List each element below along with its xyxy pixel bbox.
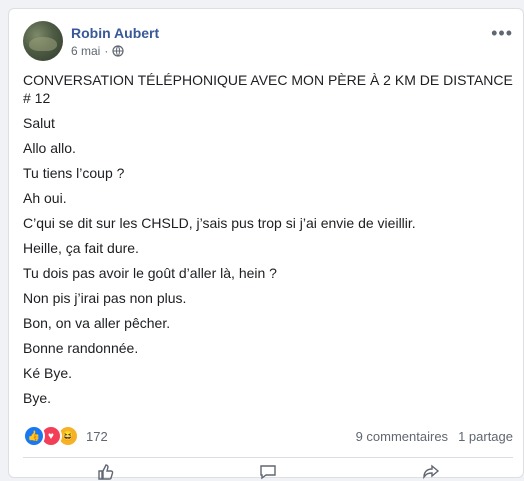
- post-stats: 👍 ♥ 😆 172 9 commentaires 1 partage: [23, 425, 513, 447]
- post-line: Bonne randonnée.: [23, 340, 139, 356]
- reaction-count: 172: [86, 428, 108, 444]
- avatar[interactable]: [23, 21, 63, 61]
- reactions-summary[interactable]: 👍 ♥ 😆 172: [23, 425, 108, 447]
- post-line: Ah oui.: [23, 190, 67, 206]
- divider: [23, 457, 513, 458]
- post-line: Salut: [23, 115, 55, 131]
- author-name[interactable]: Robin Aubert: [71, 25, 159, 41]
- post-line: Ké Bye.: [23, 365, 73, 381]
- comments-count[interactable]: 9 commentaires: [356, 429, 448, 444]
- post-line: Non pis j’irai pas non plus.: [23, 290, 187, 306]
- more-options-icon[interactable]: •••: [491, 23, 513, 44]
- post-card: Robin Aubert 6 mai · ••• CONVERSATION TÉ…: [8, 8, 524, 481]
- post-meta: 6 mai ·: [71, 44, 124, 58]
- post-line: CONVERSATION TÉLÉPHONIQUE AVEC MON PÈRE …: [23, 72, 513, 106]
- post-actions: [23, 463, 513, 481]
- post-body: CONVERSATION TÉLÉPHONIQUE AVEC MON PÈRE …: [23, 71, 513, 414]
- post-line: C’qui se dit sur les CHSLD, j’sais pus t…: [23, 215, 416, 231]
- post-date[interactable]: 6 mai: [71, 44, 100, 58]
- share-action-icon[interactable]: [422, 463, 440, 481]
- post-line: Bon, on va aller pêcher.: [23, 315, 171, 331]
- like-icon: 👍: [23, 425, 45, 447]
- comment-action-icon[interactable]: [259, 463, 277, 481]
- post-line: Tu dois pas avoir le goût d’aller là, he…: [23, 265, 277, 281]
- like-action-icon[interactable]: [96, 463, 114, 481]
- post-line: Heille, ça fait dure.: [23, 240, 139, 256]
- globe-icon: [112, 45, 124, 57]
- shares-count[interactable]: 1 partage: [458, 429, 513, 444]
- post-line: Bye.: [23, 390, 52, 406]
- post-line: Allo allo.: [23, 140, 76, 156]
- post-line: Tu tiens l’coup ?: [23, 165, 125, 181]
